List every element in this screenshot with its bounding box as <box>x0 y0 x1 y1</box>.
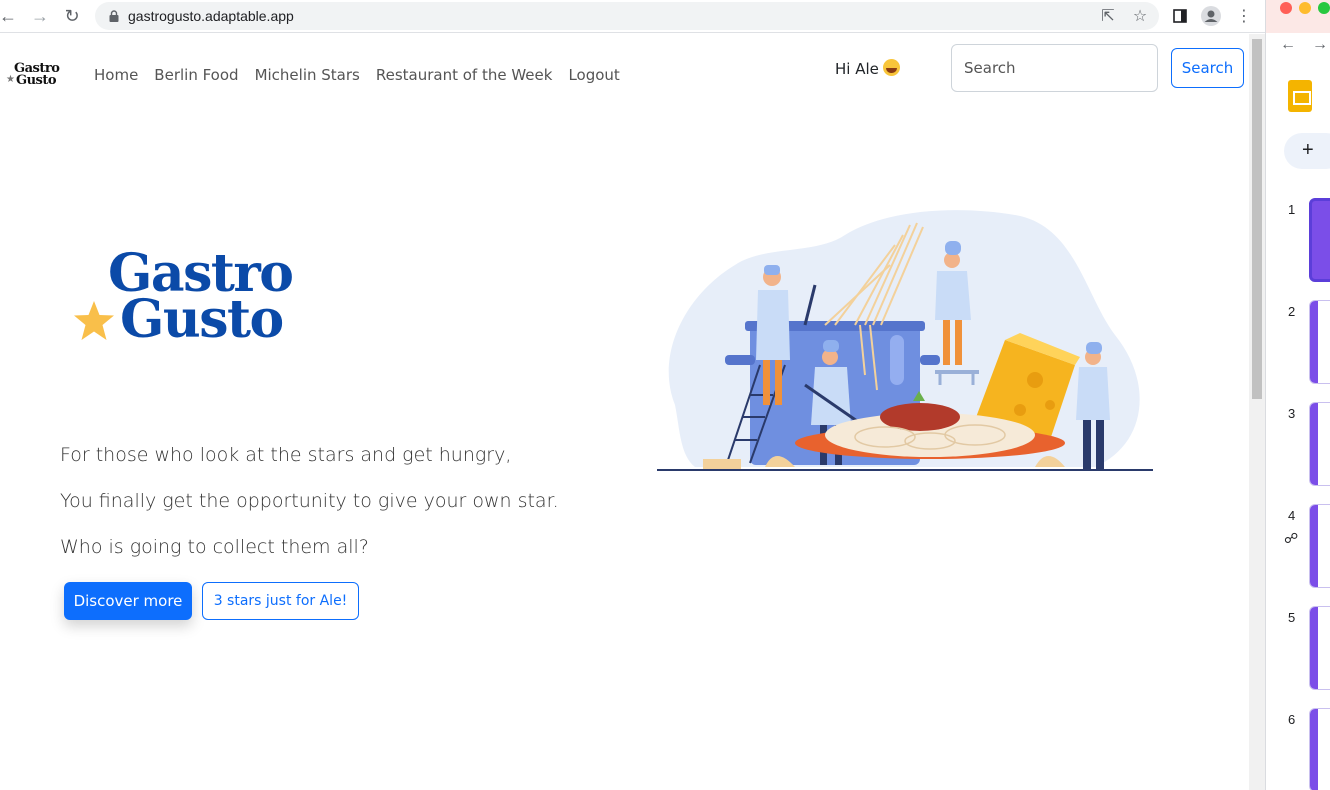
slide-number: 1 <box>1288 202 1296 217</box>
tagline-line-2: You finally get the opportunity to give … <box>60 490 559 512</box>
bookmark-star-icon[interactable]: ☆ <box>1130 6 1150 26</box>
adjacent-window-titlebar <box>1266 0 1330 33</box>
greeting-text: Hi Ale <box>835 60 879 78</box>
three-stars-button[interactable]: 3 stars just for Ale! <box>202 582 359 620</box>
star-icon <box>74 301 114 340</box>
scrollbar-thumb[interactable] <box>1252 39 1262 399</box>
chefs-cooking-illustration <box>657 210 1153 471</box>
reload-icon[interactable]: ↻ <box>60 4 84 28</box>
navbar-logo[interactable]: Gastro ★ Gusto <box>6 62 64 92</box>
nav-link-home[interactable]: Home <box>94 66 138 84</box>
browser-toolbar: ← → ↻ gastrogusto.adaptable.app ⇱ ☆ ⋮ <box>0 0 1265 33</box>
google-slides-icon[interactable] <box>1288 80 1312 112</box>
slide-thumbnail[interactable] <box>1309 708 1330 790</box>
slide-thumbnail-accent <box>1310 505 1318 587</box>
minimize-window-icon[interactable] <box>1299 2 1311 14</box>
close-window-icon[interactable] <box>1280 2 1292 14</box>
back-icon[interactable]: ← <box>0 4 20 28</box>
slide-thumbnail[interactable] <box>1309 300 1330 384</box>
hero-logo-line2: Gusto <box>120 289 284 350</box>
tagline-line-1: For those who look at the stars and get … <box>60 444 512 466</box>
search-input[interactable] <box>951 44 1158 92</box>
nav-link-logout[interactable]: Logout <box>568 66 619 84</box>
slide-thumbnail-accent <box>1310 607 1318 689</box>
slide-thumbnail[interactable] <box>1309 606 1330 690</box>
slide-number: 3 <box>1288 406 1296 421</box>
maximize-window-icon[interactable] <box>1318 2 1330 14</box>
laughing-emoji-icon <box>882 59 900 76</box>
slide-thumbnail-accent <box>1310 301 1318 383</box>
search-button[interactable]: Search <box>1171 48 1244 88</box>
star-icon: ★ <box>6 74 15 85</box>
nav-link-berlin-food[interactable]: Berlin Food <box>154 66 238 84</box>
nav-link-michelin-stars[interactable]: Michelin Stars <box>255 66 360 84</box>
slide-thumbnail[interactable] <box>1309 504 1330 588</box>
slide-thumbnail-accent <box>1310 403 1318 485</box>
back-icon[interactable]: ← <box>1280 36 1296 54</box>
page-scrollbar[interactable] <box>1249 34 1265 790</box>
address-bar[interactable]: gastrogusto.adaptable.app ⇱ ☆ <box>95 2 1159 30</box>
menu-dots-icon[interactable]: ⋮ <box>1233 5 1255 27</box>
adjacent-window-panel: ← → + 1 2 3 4 ☍ 5 6 <box>1265 0 1330 790</box>
forward-icon[interactable]: → <box>1312 36 1328 54</box>
slide-number: 5 <box>1288 610 1296 625</box>
url-text: gastrogusto.adaptable.app <box>128 8 294 24</box>
lock-icon <box>109 10 119 22</box>
navbar-logo-line2: Gusto <box>16 73 57 88</box>
user-greeting: Hi Ale <box>835 59 900 78</box>
discover-more-button[interactable]: Discover more <box>64 582 192 620</box>
slide-thumbnail-accent <box>1310 709 1318 790</box>
share-icon[interactable]: ⇱ <box>1098 6 1118 26</box>
link-icon[interactable]: ☍ <box>1284 530 1298 547</box>
nav-link-restaurant-of-the-week[interactable]: Restaurant of the Week <box>376 66 553 84</box>
hero-logo: Gastro Gusto <box>72 248 312 358</box>
site-navbar: Gastro ★ Gusto Home Berlin Food Michelin… <box>0 34 1249 104</box>
slide-number: 2 <box>1288 304 1296 319</box>
side-panel-icon[interactable] <box>1169 5 1191 27</box>
forward-icon[interactable]: → <box>28 4 52 28</box>
tagline-line-3: Who is going to collect them all? <box>60 536 369 558</box>
new-slide-button[interactable]: + <box>1284 133 1330 169</box>
profile-icon[interactable] <box>1200 5 1222 27</box>
slide-number: 6 <box>1288 712 1296 727</box>
slide-number: 4 <box>1288 508 1296 523</box>
slide-thumbnail[interactable] <box>1309 198 1330 282</box>
slide-thumbnail[interactable] <box>1309 402 1330 486</box>
nav-links: Home Berlin Food Michelin Stars Restaura… <box>94 66 636 84</box>
